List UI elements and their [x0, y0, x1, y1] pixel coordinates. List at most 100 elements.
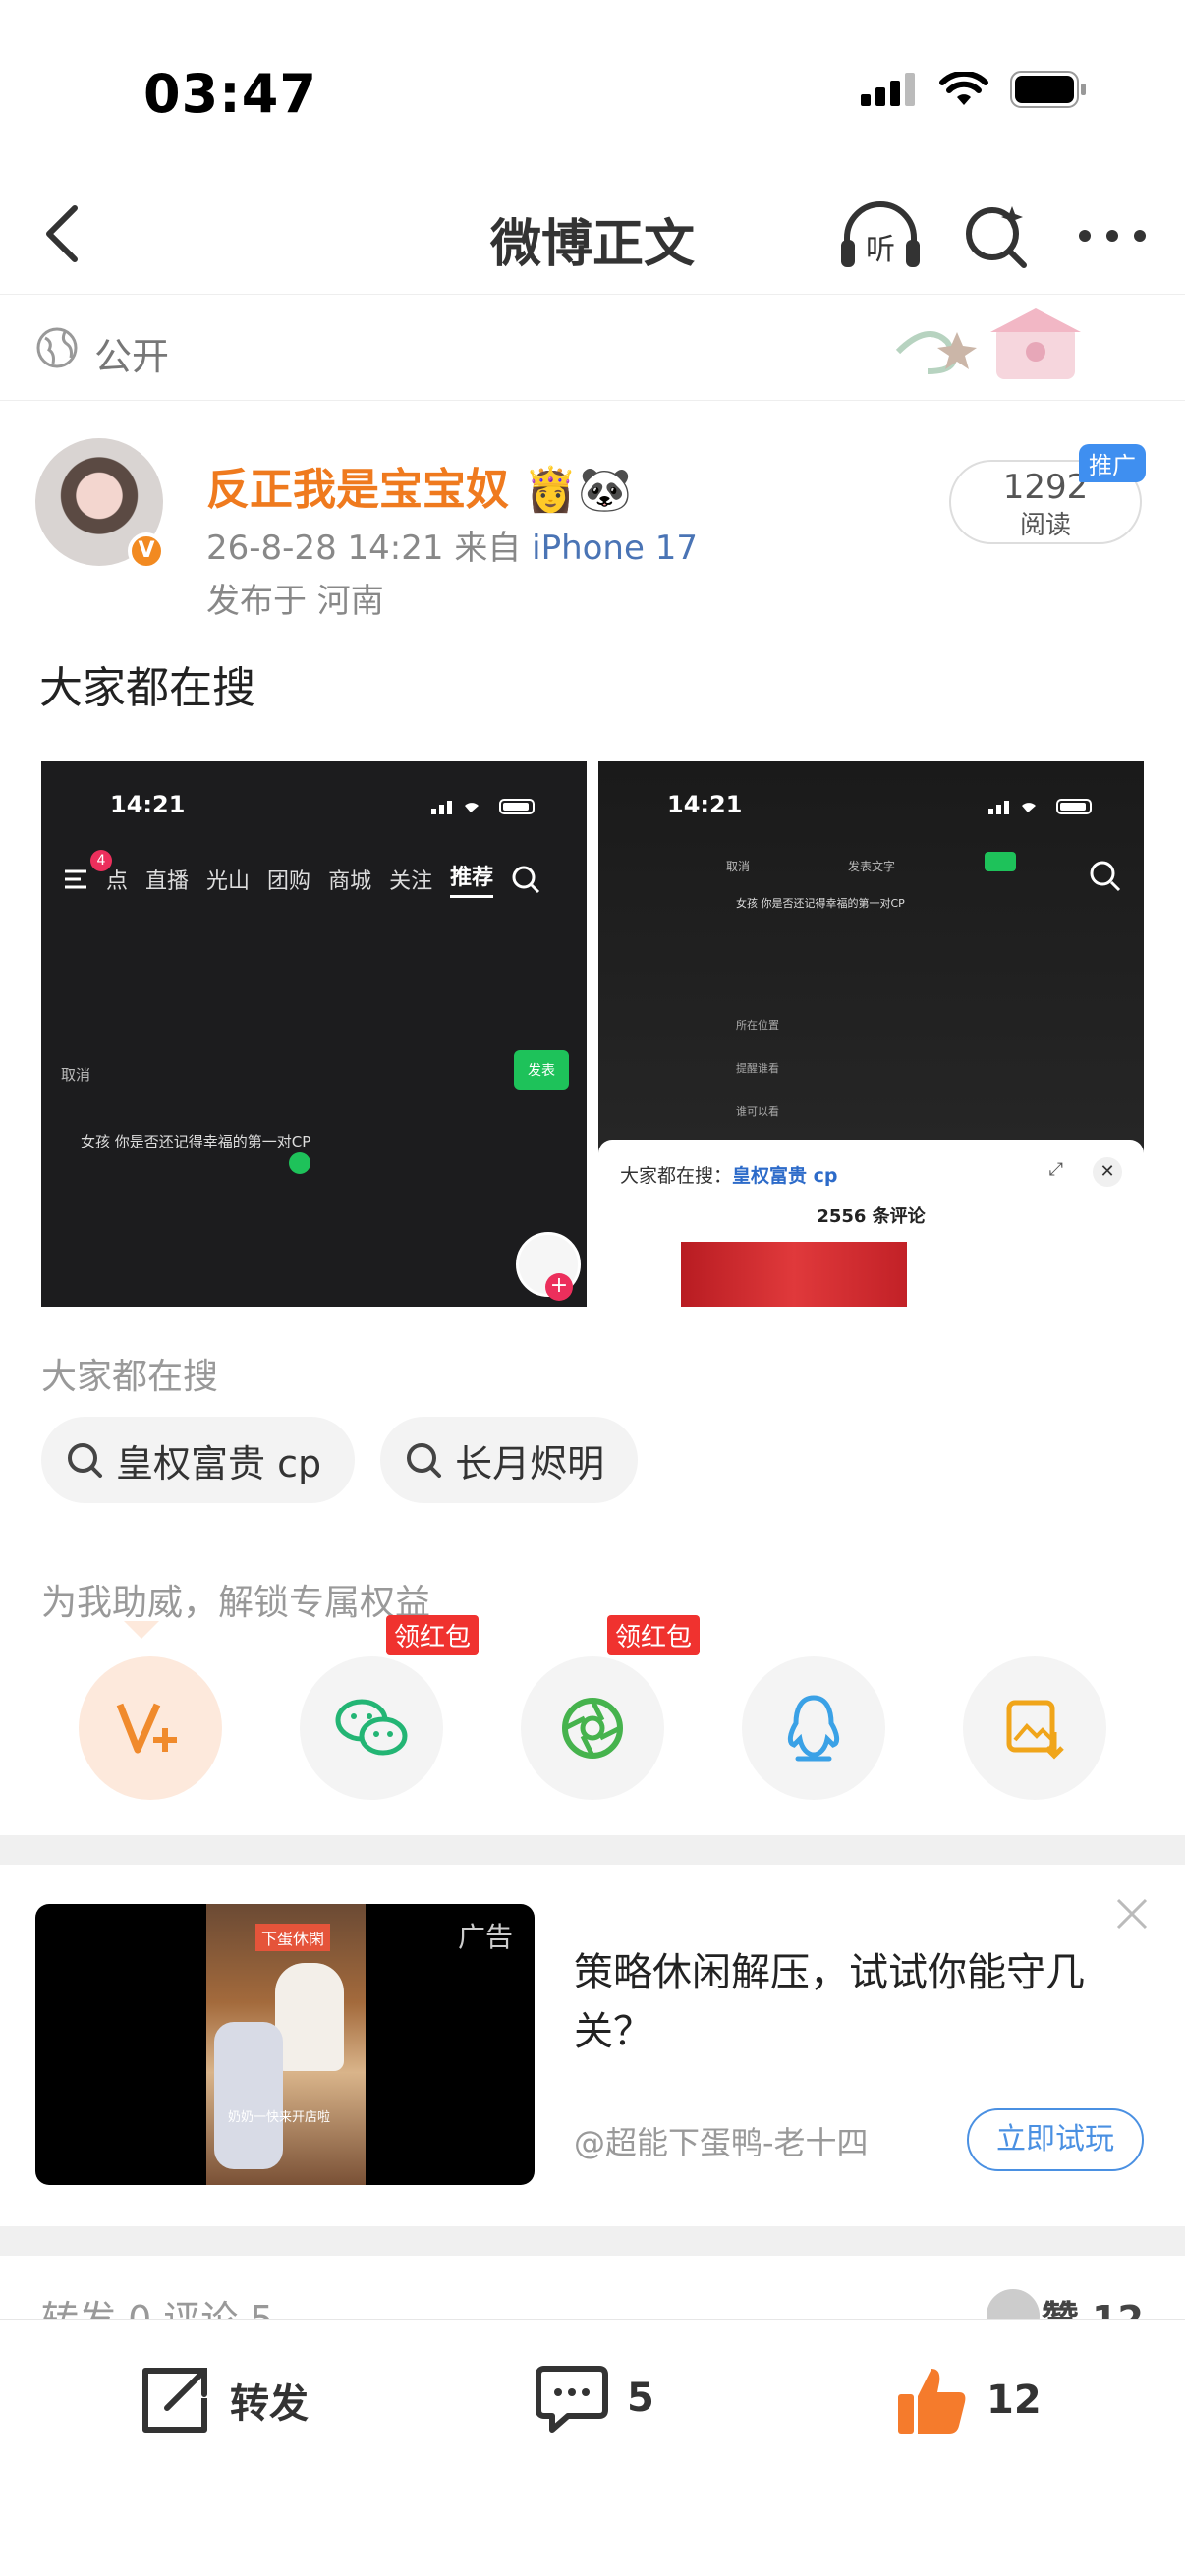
verified-badge-icon: V — [128, 532, 165, 570]
sheet-search-line: 大家都在搜：皇权富贵 cp — [620, 1161, 838, 1188]
promo-tag: 推广 — [1079, 444, 1146, 482]
post-meta: 26-8-28 14:21 来自 iPhone 17 — [206, 521, 698, 569]
screenshot-tab: 点 — [106, 868, 129, 894]
ad-video-frame: 下蛋休閑 奶奶一快来开店啦 — [206, 1904, 366, 2185]
ad-video-thumbnail[interactable]: 下蛋休閑 奶奶一快来开店啦 广告 — [35, 1904, 535, 2185]
search-term: 皇权富贵 cp — [732, 1165, 838, 1187]
screenshot-time: 14:21 — [667, 791, 743, 818]
comment-count: 2556 条评论 — [817, 1206, 926, 1227]
search-icon — [407, 1443, 442, 1478]
search-button[interactable] — [953, 193, 1040, 279]
author-name-text: 反正我是宝宝奴 — [206, 465, 509, 515]
listen-button[interactable]: 听 — [837, 193, 924, 279]
author-header: V 反正我是宝宝奴 👸🐼 26-8-28 14:21 来自 iPhone 17 … — [0, 432, 1185, 629]
stats-left[interactable]: 转发 0 评论 5 — [41, 2289, 274, 2319]
search-icon — [1090, 861, 1121, 892]
share-qq-button[interactable] — [742, 1656, 885, 1800]
option-row: 谁可以看 — [736, 1105, 779, 1118]
section-divider — [0, 2226, 1185, 2256]
red-packet-badge: 领红包 — [607, 1615, 701, 1655]
section-divider — [0, 1835, 1185, 1865]
ad-character-figure — [214, 2022, 283, 2169]
stats-row: 转发 0 评论 5 赞 12 — [0, 2260, 1185, 2319]
comment-bubble-icon — [536, 2366, 608, 2433]
screenshot-publish: 发表 — [514, 1050, 569, 1090]
save-image-button[interactable] — [963, 1656, 1106, 1800]
like-count-label: 12 — [987, 2378, 1042, 2423]
comment-count-label: 5 — [627, 2376, 654, 2421]
tooltip-pointer — [124, 1621, 159, 1639]
ad-title[interactable]: 策略休闲解压，试试你能守几关？ — [574, 1943, 1104, 2061]
nav-bar: 微博正文 听 — [0, 177, 1185, 295]
expand-icon: ⤢ — [1048, 1159, 1063, 1180]
screenshot-header: 取消 发表文字 — [726, 858, 895, 874]
screenshot-tabs: 点 直播 光山 团购 商城 关注 推荐 — [63, 860, 540, 898]
share-vplus-button[interactable] — [79, 1656, 222, 1800]
author-name[interactable]: 反正我是宝宝奴 👸🐼 — [206, 454, 632, 517]
option-row: 提醒谁看 — [736, 1062, 779, 1075]
text-cursor — [289, 1152, 310, 1174]
search-chip[interactable]: 长月烬明 — [380, 1417, 639, 1503]
ad-source[interactable]: @超能下蛋鸭-老十四 — [574, 2118, 869, 2163]
decoration-sticker — [895, 308, 1081, 379]
wifi-icon — [939, 72, 988, 105]
share-row: 领红包 领红包 — [79, 1615, 1106, 1800]
screenshot-cancel: 取消 — [726, 860, 751, 873]
plus-icon: + — [545, 1273, 573, 1301]
tab-badge: 4 — [90, 850, 112, 871]
mini-status-icons — [988, 799, 1092, 814]
repost-button[interactable]: 转发 — [138, 2363, 309, 2437]
search-icon — [68, 1443, 102, 1478]
moments-icon — [562, 1698, 623, 1759]
screenshot-tab-active: 推荐 — [450, 860, 494, 898]
share-arrow-icon — [142, 2368, 207, 2433]
qq-penguin-icon — [787, 1695, 840, 1762]
like-button[interactable]: 12 — [894, 2363, 1042, 2437]
trending-label: 大家都在搜 — [41, 1357, 219, 1397]
option-row: 所在位置 — [736, 1019, 779, 1032]
status-bar: 03:47 — [0, 0, 1185, 177]
screenshot-tab: 直播 — [145, 868, 190, 894]
ad-sign: 下蛋休閑 — [255, 1924, 331, 1951]
read-label: 阅读 — [1019, 511, 1071, 540]
post-location: 发布于 河南 — [206, 582, 384, 621]
vplus-icon — [116, 1703, 177, 1754]
wechat-icon — [335, 1699, 408, 1756]
more-dots-icon — [1079, 230, 1146, 242]
menu-icon — [65, 869, 86, 888]
ad-caption: 奶奶一快来开店啦 — [228, 2110, 331, 2125]
stats-right[interactable]: 赞 12 — [1042, 2289, 1144, 2319]
red-packet-badge: 领红包 — [386, 1615, 480, 1655]
screenshot-time: 14:21 — [110, 791, 186, 818]
privacy-label: 公开 — [94, 335, 170, 378]
ad-close-button[interactable] — [1110, 1892, 1154, 1939]
close-icon: ✕ — [1093, 1157, 1122, 1187]
chip-label: 长月烬明 — [455, 1441, 605, 1485]
boost-label: 为我助威，解锁专属权益 — [41, 1583, 431, 1623]
listen-label: 听 — [866, 233, 895, 267]
more-button[interactable] — [1069, 193, 1156, 279]
screenshot-draft: 女孩 你是否还记得幸福的第一对CP — [81, 1133, 311, 1150]
post-text: 大家都在搜 — [39, 663, 255, 713]
comment-sheet: 大家都在搜：皇权富贵 cp ⤢ ✕ 2556 条评论 — [598, 1140, 1144, 1307]
try-now-button[interactable]: 立即试玩 — [967, 2108, 1144, 2171]
share-wechat-button[interactable]: 领红包 — [300, 1615, 480, 1800]
search-chip[interactable]: 皇权富贵 cp — [41, 1417, 356, 1503]
mini-status-icons — [431, 799, 535, 814]
screenshot-options: 所在位置 提醒谁看 谁可以看 — [736, 1017, 779, 1147]
search-chips: 皇权富贵 cp 长月烬明 — [41, 1417, 639, 1503]
cellular-signal-icon — [861, 73, 915, 106]
nav-actions: 听 — [837, 193, 1156, 279]
privacy-row: 公开 — [0, 297, 1185, 401]
status-icons — [861, 71, 1087, 108]
comment-button[interactable]: 5 — [535, 2363, 654, 2434]
globe-icon — [36, 327, 78, 368]
post-image-2[interactable]: 14:21 取消 发表文字 女孩 你是否还记得幸福的第一对CP 所在位置 提醒谁… — [598, 761, 1144, 1307]
screenshot-title: 发表文字 — [848, 860, 896, 873]
liker-avatar — [987, 2289, 1040, 2319]
post-source: iPhone 17 — [532, 529, 698, 568]
share-moments-button[interactable]: 领红包 — [521, 1615, 701, 1800]
post-image-1[interactable]: 14:21 点 直播 光山 团购 商城 关注 推荐 4 取消 发表 女孩 你是否… — [41, 761, 587, 1307]
screenshot-tab: 光山 — [206, 868, 251, 894]
close-icon — [1116, 1898, 1148, 1930]
